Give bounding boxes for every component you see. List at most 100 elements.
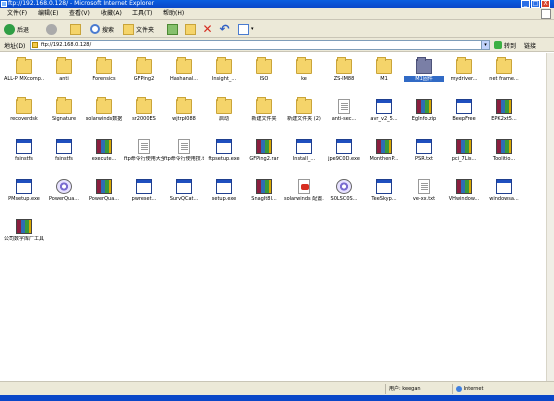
file-item[interactable]: Install_... <box>284 137 324 173</box>
menu-view[interactable]: 查看(V) <box>69 10 90 18</box>
menu-tools[interactable]: 工具(T) <box>132 10 152 18</box>
file-item[interactable]: Toolitio... <box>484 137 524 173</box>
delete-button[interactable]: ✕ <box>202 23 213 35</box>
window-icon <box>296 139 312 154</box>
file-item[interactable]: Forensics <box>84 57 124 93</box>
forward-button[interactable] <box>46 23 57 35</box>
back-button[interactable]: 后退 <box>4 23 29 35</box>
file-item[interactable]: solarwinds 配置... <box>284 177 324 213</box>
file-item[interactable]: sr2000ES <box>124 97 164 133</box>
file-item[interactable]: Insight_... <box>204 57 244 93</box>
file-item[interactable]: anti <box>44 57 84 93</box>
folder-icon <box>296 97 312 114</box>
toolbar: 后退 搜索 文件夹 ✕ ↶ ▾ <box>0 20 554 38</box>
file-item[interactable]: S0LSC0S... <box>324 177 364 213</box>
up-folder-button[interactable] <box>70 23 81 35</box>
file-item[interactable]: ISO <box>244 57 284 93</box>
file-item-label: EPK2xt5... <box>491 116 517 122</box>
file-item-label: VHwindow... <box>448 196 480 202</box>
folder-icon <box>56 97 72 114</box>
file-item[interactable]: ke <box>284 57 324 93</box>
file-item[interactable]: GFPing2 <box>124 57 164 93</box>
file-item[interactable]: SurvQCat... <box>164 177 204 213</box>
archive-icon <box>256 179 272 194</box>
links-button[interactable]: 链接 <box>524 41 536 50</box>
file-item-label: PowerQua... <box>48 196 80 202</box>
file-item[interactable]: ftpsetup.exe <box>204 137 244 173</box>
file-item[interactable]: BeepFree <box>444 97 484 133</box>
file-item[interactable]: ftp命令行使用技.txt <box>164 137 204 173</box>
go-arrow-icon <box>494 41 502 49</box>
file-item[interactable]: PSR.txt <box>404 137 444 173</box>
file-item[interactable]: 公司数字库厂工具.rar <box>4 217 44 253</box>
textfile-icon <box>138 139 150 154</box>
file-item-label: Hashanal... <box>169 76 199 82</box>
file-item-label: solarwinds数据 <box>85 116 123 122</box>
file-item[interactable]: Hashanal... <box>164 57 204 93</box>
file-item[interactable]: wjtrpI088 <box>164 97 204 133</box>
file-item[interactable]: EgInfo.zip <box>404 97 444 133</box>
file-item[interactable]: execute... <box>84 137 124 173</box>
window-icon <box>376 99 392 114</box>
file-item[interactable]: fsinstfs <box>4 137 44 173</box>
file-item[interactable]: MonthenP... <box>364 137 404 173</box>
file-item[interactable]: PMsetup.exe <box>4 177 44 213</box>
file-item[interactable]: net frame... <box>484 57 524 93</box>
close-button[interactable]: X <box>541 0 550 8</box>
file-item[interactable]: VHwindow... <box>444 177 484 213</box>
search-button[interactable]: 搜索 <box>90 23 114 35</box>
file-item[interactable]: TeeSkyp... <box>364 177 404 213</box>
copy-to-button[interactable] <box>185 23 196 35</box>
file-item[interactable]: 启动 <box>204 97 244 133</box>
file-item[interactable]: ve-xx.txt <box>404 177 444 213</box>
file-item[interactable]: fsinstfs <box>44 137 84 173</box>
file-item[interactable]: ALL-P MXcomp... <box>4 57 44 93</box>
file-item[interactable]: solarwinds数据 <box>84 97 124 133</box>
address-input[interactable]: ftp://192.168.0.128/ <box>30 40 489 50</box>
menu-favorites[interactable]: 收藏(A) <box>101 10 122 18</box>
menu-edit[interactable]: 编辑(E) <box>38 10 58 18</box>
file-item[interactable]: avr_v2_5... <box>364 97 404 133</box>
maximize-button[interactable]: □ <box>531 0 540 8</box>
file-item-label: ke <box>301 76 307 82</box>
file-item[interactable]: SnagIt8I... <box>244 177 284 213</box>
folder-icon <box>456 57 472 74</box>
file-item[interactable]: anti-sec... <box>324 97 364 133</box>
file-item[interactable]: ftp命令行使用大全.txt <box>124 137 164 173</box>
move-to-button[interactable] <box>167 23 178 35</box>
file-item[interactable]: ZS-IM88 <box>324 57 364 93</box>
menu-help[interactable]: 帮助(H) <box>163 10 184 18</box>
file-item[interactable]: pwreset... <box>124 177 164 213</box>
file-item[interactable]: EPK2xt5... <box>484 97 524 133</box>
folder-icon <box>216 97 232 114</box>
window-icon <box>496 179 512 194</box>
file-item-label: anti <box>59 76 69 82</box>
menu-file[interactable]: 文件(F) <box>7 10 27 18</box>
file-item[interactable]: 新建文件夹 <box>244 97 284 133</box>
file-item[interactable]: M1 <box>364 57 404 93</box>
vertical-scrollbar[interactable] <box>546 53 554 381</box>
file-item[interactable]: GFPing2.rar <box>244 137 284 173</box>
folder-icon <box>96 97 112 114</box>
address-dropdown-button[interactable]: ▾ <box>481 40 490 50</box>
file-item[interactable]: PowerQua... <box>84 177 124 213</box>
file-item[interactable]: M1固件 <box>404 57 444 93</box>
minimize-button[interactable]: _ <box>521 0 530 8</box>
file-item[interactable]: windowsa... <box>484 177 524 213</box>
file-item[interactable]: Signature <box>44 97 84 133</box>
file-item[interactable]: mydriver... <box>444 57 484 93</box>
file-item[interactable]: setup.exe <box>204 177 244 213</box>
file-item[interactable]: pci_7Lis... <box>444 137 484 173</box>
undo-button[interactable]: ↶ <box>219 23 230 35</box>
address-url: ftp://192.168.0.128/ <box>41 42 92 48</box>
views-button[interactable]: ▾ <box>238 23 254 35</box>
go-button[interactable]: 转到 <box>494 40 516 50</box>
file-item[interactable]: PowerQua... <box>44 177 84 213</box>
file-item-label: PSR.txt <box>415 156 433 162</box>
window-icon <box>136 179 152 194</box>
file-item[interactable]: recoverdsk <box>4 97 44 133</box>
file-item[interactable]: 新建文件夹 (2) <box>284 97 324 133</box>
file-item[interactable]: jpe9C0D.exe <box>324 137 364 173</box>
folders-button[interactable]: 文件夹 <box>123 23 154 35</box>
window-icon <box>376 179 392 194</box>
